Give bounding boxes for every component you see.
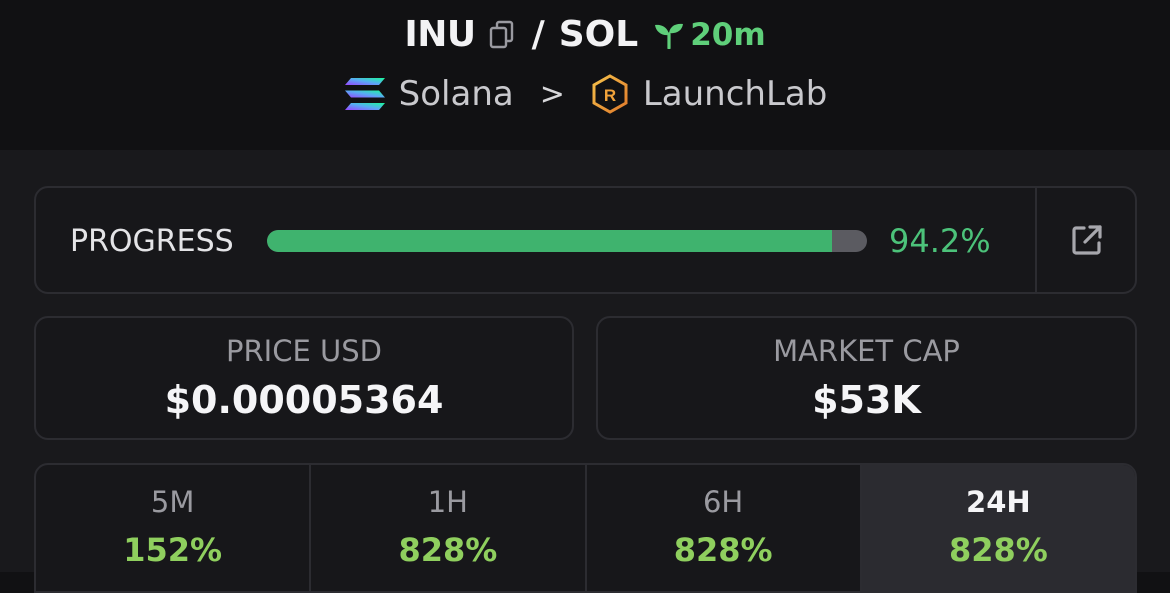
timeframe-tab-24h[interactable]: 24H 828% bbox=[861, 465, 1135, 591]
svg-text:R: R bbox=[604, 86, 616, 105]
price-usd-label: PRICE USD bbox=[226, 334, 382, 368]
bonding-progress-card: PROGRESS 94.2% bbox=[34, 186, 1137, 294]
chevron-right-icon: > bbox=[539, 76, 565, 112]
quote-token-symbol: SOL bbox=[558, 14, 639, 55]
market-cap-card: MARKET CAP $53K bbox=[596, 316, 1137, 440]
network-name[interactable]: Solana bbox=[399, 74, 514, 114]
market-cap-label: MARKET CAP bbox=[773, 334, 960, 368]
timeframe-tab-1h[interactable]: 1H 828% bbox=[311, 465, 587, 591]
timeframe-change: 152% bbox=[123, 531, 223, 569]
progress-bar-fill bbox=[267, 230, 833, 252]
timeframe-label: 6H bbox=[702, 485, 744, 519]
launchlab-logo: R bbox=[592, 74, 628, 114]
timeframe-label: 1H bbox=[427, 485, 468, 519]
progress-label: PROGRESS bbox=[70, 224, 234, 259]
chain-breadcrumb: Solana > R LaunchLab bbox=[0, 74, 1170, 114]
timeframe-tab-6h[interactable]: 6H 828% bbox=[587, 465, 862, 591]
timeframe-change: 828% bbox=[673, 531, 773, 569]
token-stats-panel: PROGRESS 94.2% PRICE USD $0.00005364 MAR… bbox=[0, 150, 1170, 593]
pair-title: INU / SOL 20m bbox=[0, 14, 1170, 55]
timeframe-tab-5m[interactable]: 5M 152% bbox=[36, 465, 312, 591]
progress-value: 94.2% bbox=[889, 222, 991, 260]
pair-separator: / bbox=[531, 14, 545, 55]
solana-logo bbox=[344, 78, 385, 110]
timeframe-label: 5M bbox=[150, 485, 195, 519]
sprout-icon bbox=[655, 23, 684, 49]
external-link-icon bbox=[1072, 225, 1102, 255]
market-cap-value: $53K bbox=[812, 378, 921, 422]
base-token-symbol: INU bbox=[404, 14, 476, 55]
copy-icon[interactable] bbox=[488, 19, 516, 51]
price-change-timeframes: 5M 152% 1H 828% 6H 828% 24H 828% bbox=[34, 463, 1137, 593]
dex-name[interactable]: LaunchLab bbox=[643, 74, 827, 114]
open-external-button[interactable] bbox=[1037, 188, 1137, 292]
pair-age-value: 20m bbox=[690, 16, 766, 53]
timeframe-change: 828% bbox=[948, 531, 1048, 569]
price-usd-card: PRICE USD $0.00005364 bbox=[34, 316, 574, 440]
price-usd-value: $0.00005364 bbox=[164, 378, 444, 422]
timeframe-change: 828% bbox=[398, 531, 498, 569]
progress-bar bbox=[267, 230, 867, 252]
timeframe-label: 24H bbox=[966, 485, 1031, 519]
pair-age: 20m bbox=[654, 16, 766, 53]
pair-header: INU / SOL 20m Solana > R LaunchLab bbox=[0, 0, 1170, 150]
